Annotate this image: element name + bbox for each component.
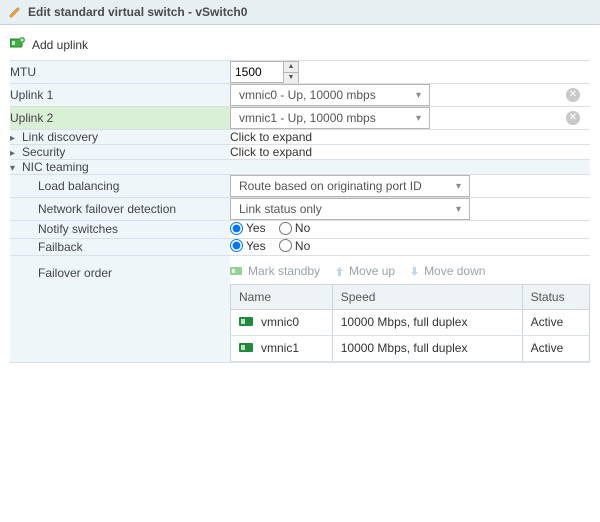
mtu-step-down[interactable]: ▼	[284, 73, 298, 83]
dialog-title-bar: Edit standard virtual switch - vSwitch0	[0, 0, 600, 25]
dialog-title: Edit standard virtual switch - vSwitch0	[28, 5, 247, 19]
failover-order-label: Failover order	[10, 256, 230, 363]
uplink1-remove-button[interactable]: ✕	[566, 88, 580, 102]
notify-no[interactable]: No	[279, 221, 310, 235]
chevron-down-icon: ▾	[416, 90, 421, 101]
nic-teaming-expander[interactable]: ▾NIC teaming	[10, 160, 590, 175]
failover-order-table: Name Speed Status vmnic0	[230, 284, 590, 362]
triangle-right-icon: ▸	[10, 133, 20, 144]
chevron-down-icon: ▾	[456, 204, 461, 215]
uplink1-dropdown[interactable]: vmnic0 - Up, 10000 mbps ▾	[230, 84, 430, 106]
col-name[interactable]: Name	[231, 285, 333, 310]
load-balancing-value: Route based on originating port ID	[239, 179, 422, 193]
add-uplink-label: Add uplink	[32, 38, 88, 52]
load-balancing-dropdown[interactable]: Route based on originating port ID ▾	[230, 175, 470, 197]
arrow-down-icon	[409, 266, 420, 277]
failback-label: Failback	[10, 238, 230, 256]
nic-add-icon	[10, 37, 26, 52]
table-row[interactable]: vmnic1 10000 Mbps, full duplex Active	[231, 335, 590, 361]
mark-standby-button[interactable]: Mark standby	[230, 264, 320, 278]
uplink1-label: Uplink 1	[10, 84, 230, 107]
uplink1-value: vmnic0 - Up, 10000 mbps	[239, 88, 376, 102]
chevron-down-icon: ▾	[456, 181, 461, 192]
notify-switches-radio: Yes No	[230, 224, 320, 238]
link-discovery-value[interactable]: Click to expand	[230, 130, 590, 145]
col-speed[interactable]: Speed	[332, 285, 522, 310]
notify-switches-label: Notify switches	[10, 221, 230, 239]
notify-yes[interactable]: Yes	[230, 221, 266, 235]
failover-order-toolbar: Mark standby Move up Move down	[230, 264, 590, 282]
nic-icon	[239, 342, 255, 356]
pencil-icon	[8, 5, 22, 19]
mtu-step-up[interactable]: ▲	[284, 62, 298, 73]
link-discovery-expander[interactable]: ▸Link discovery	[10, 130, 230, 145]
mtu-text[interactable]	[231, 62, 283, 82]
failback-radio: Yes No	[230, 241, 320, 255]
uplink2-dropdown[interactable]: vmnic1 - Up, 10000 mbps ▾	[230, 107, 430, 129]
move-up-button[interactable]: Move up	[334, 264, 395, 278]
security-value[interactable]: Click to expand	[230, 145, 590, 160]
triangle-right-icon: ▸	[10, 148, 20, 159]
failover-detection-dropdown[interactable]: Link status only ▾	[230, 198, 470, 220]
nic-standby-icon	[230, 266, 244, 277]
uplink2-label: Uplink 2	[10, 107, 230, 130]
table-row[interactable]: vmnic0 10000 Mbps, full duplex Active	[231, 310, 590, 336]
failover-detection-value: Link status only	[239, 202, 322, 216]
triangle-down-icon: ▾	[10, 163, 20, 174]
mtu-label: MTU	[10, 61, 230, 84]
failback-yes[interactable]: Yes	[230, 239, 266, 253]
uplink2-remove-button[interactable]: ✕	[566, 111, 580, 125]
col-status[interactable]: Status	[522, 285, 589, 310]
mtu-input[interactable]: ▲ ▼	[230, 61, 299, 83]
add-uplink-button[interactable]: Add uplink	[10, 31, 590, 60]
nic-icon	[239, 316, 255, 330]
move-down-button[interactable]: Move down	[409, 264, 485, 278]
load-balancing-label: Load balancing	[10, 175, 230, 198]
failback-no[interactable]: No	[279, 239, 310, 253]
failover-detection-label: Network failover detection	[10, 198, 230, 221]
security-expander[interactable]: ▸Security	[10, 145, 230, 160]
chevron-down-icon: ▾	[416, 113, 421, 124]
uplink2-value: vmnic1 - Up, 10000 mbps	[239, 111, 376, 125]
arrow-up-icon	[334, 266, 345, 277]
